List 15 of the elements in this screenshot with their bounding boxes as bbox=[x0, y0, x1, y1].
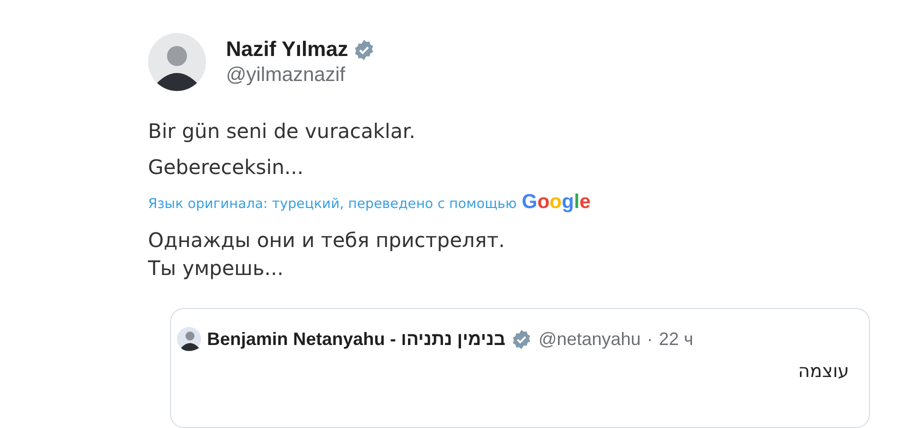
tweet-text: Gebereceksin... bbox=[148, 155, 304, 179]
timestamp[interactable]: 22 ч bbox=[658, 328, 694, 350]
author-handle[interactable]: @yilmaznazif bbox=[226, 64, 376, 86]
avatar-icon[interactable] bbox=[177, 327, 201, 351]
google-logo: Google bbox=[522, 191, 591, 214]
tweet-text: Bir gün seni de vuracaklar. bbox=[148, 119, 416, 143]
avatar-icon[interactable] bbox=[148, 33, 206, 91]
translation-note: Язык оригинала: турецкий, переведено с помощью bbox=[148, 196, 517, 212]
author-name[interactable]: Nazif Yılmaz bbox=[226, 38, 348, 62]
quoted-author-name[interactable]: Benjamin Netanyahu - בנימין נתניהו bbox=[207, 328, 506, 350]
quoted-handle[interactable]: @netanyahu bbox=[538, 328, 641, 350]
separator: · bbox=[646, 328, 653, 350]
quoted-text: עוצמה bbox=[797, 361, 849, 382]
translated-text: Однажды они и тебя пристрелят. bbox=[148, 227, 506, 254]
translated-text: Ты умрешь... bbox=[148, 255, 284, 282]
